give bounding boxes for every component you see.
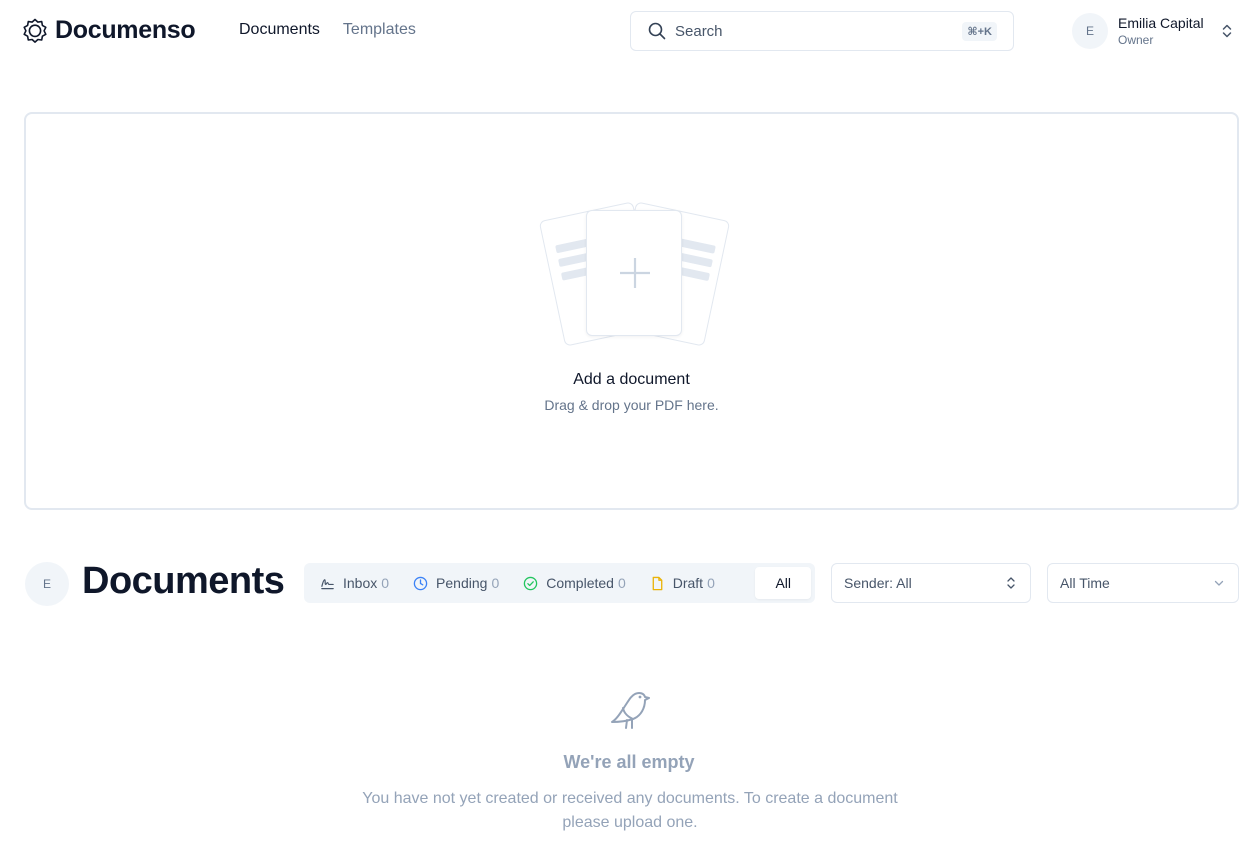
time-filter-value: All Time — [1060, 575, 1110, 591]
search-label: Search — [675, 22, 723, 40]
account-switcher[interactable]: E Emilia Capital Owner — [1072, 13, 1234, 49]
account-name: Emilia Capital — [1118, 15, 1204, 31]
chevron-up-down-icon — [1007, 577, 1015, 589]
tab-all[interactable]: All — [755, 567, 811, 599]
bird-icon — [611, 692, 650, 729]
avatar: E — [1072, 13, 1108, 49]
file-icon — [652, 576, 663, 590]
tab-inbox-count: 0 — [381, 575, 390, 591]
tab-draft-label: Draft — [672, 575, 704, 591]
tab-pending-label: Pending — [436, 575, 488, 591]
plus-icon — [620, 258, 650, 288]
document-illustration — [531, 198, 737, 348]
signature-icon — [321, 578, 334, 589]
upload-title: Add a document — [573, 371, 690, 388]
nav-documents[interactable]: Documents — [239, 21, 320, 39]
empty-state-title: We're all empty — [563, 752, 695, 772]
tab-all-label: All — [775, 575, 791, 591]
document-status-tabs: Inbox 0 Pending 0 Completed 0 Draft 0 Al… — [304, 563, 815, 603]
tab-pending-count: 0 — [491, 575, 500, 591]
search-button[interactable]: Search ⌘+K — [630, 11, 1014, 51]
account-info: Emilia Capital Owner — [1118, 14, 1216, 48]
tab-draft-count: 0 — [707, 575, 715, 591]
document-card-center — [586, 210, 682, 336]
chevron-up-down-icon — [1222, 24, 1232, 38]
tab-inbox[interactable]: Inbox 0 — [308, 567, 401, 599]
team-avatar: E — [25, 562, 69, 606]
sender-filter-select[interactable]: Sender: All — [831, 563, 1031, 603]
page-title: Documents — [82, 560, 285, 602]
tab-inbox-label: Inbox — [343, 575, 378, 591]
app-name: Documenso — [55, 16, 196, 44]
time-filter-select[interactable]: All Time — [1047, 563, 1239, 603]
empty-state-text: You have not yet created or received any… — [362, 790, 898, 831]
search-shortcut: ⌘+K — [962, 21, 997, 41]
tab-draft[interactable]: Draft 0 — [638, 567, 727, 599]
tab-completed-count: 0 — [617, 575, 626, 591]
top-navbar: Documenso Documents Templates Search ⌘+K… — [0, 0, 1258, 62]
search-icon — [648, 22, 666, 40]
chevron-down-icon — [1214, 580, 1224, 586]
upload-subtitle: Drag & drop your PDF here. — [544, 397, 719, 413]
sender-filter-value: Sender: All — [844, 575, 912, 591]
logo[interactable]: Documenso — [22, 16, 196, 45]
account-role: Owner — [1118, 33, 1154, 47]
clock-icon — [413, 576, 428, 590]
check-circle-icon — [523, 576, 538, 590]
upload-dropzone[interactable]: Add a document Drag & drop your PDF here… — [24, 112, 1239, 510]
tab-completed-label: Completed — [546, 575, 614, 591]
documenso-logo-icon — [23, 18, 47, 43]
main-nav: Documents Templates — [239, 21, 416, 39]
tab-pending[interactable]: Pending 0 — [401, 567, 511, 599]
nav-templates[interactable]: Templates — [343, 21, 416, 39]
tab-completed[interactable]: Completed 0 — [511, 567, 638, 599]
